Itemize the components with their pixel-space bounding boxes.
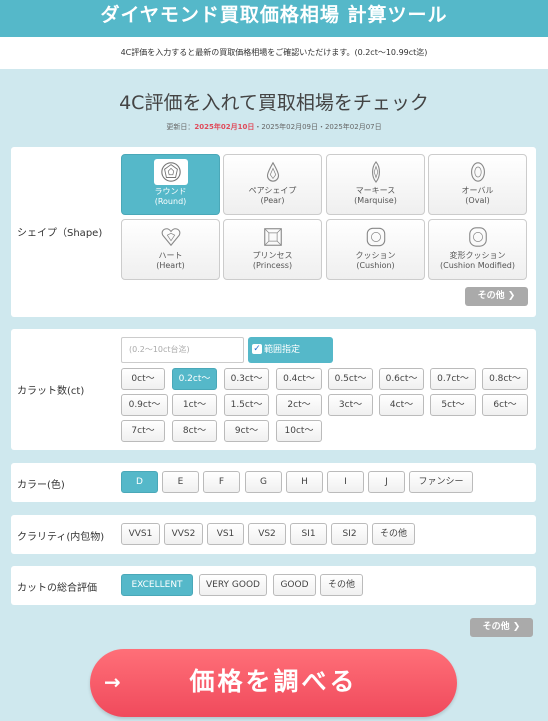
shape-oval-button[interactable]: オーバル (Oval) xyxy=(428,154,527,215)
color-option[interactable]: E xyxy=(162,471,199,493)
color-option[interactable]: J xyxy=(368,471,405,493)
clarity-option[interactable]: VVS1 xyxy=(121,523,160,545)
clarity-label: クラリティ(内包物) xyxy=(17,532,105,543)
shape-cushion-modified-en: (Cushion Modified) xyxy=(439,261,515,270)
carat-section: カラット数(ct) (0.2〜10ct台迄) ✓ 範囲指定 0ct〜 0.2ct〜… xyxy=(11,329,536,450)
other-more-button[interactable]: その他 ❯ xyxy=(470,618,533,637)
shape-pear-button[interactable]: ペアシェイプ (Pear) xyxy=(223,154,322,215)
carat-option[interactable]: 2ct〜 xyxy=(276,394,322,416)
shape-cushion-en: (Cushion) xyxy=(356,261,395,270)
cut-option[interactable]: GOOD xyxy=(273,574,316,596)
carat-option[interactable]: 8ct〜 xyxy=(172,420,217,442)
carat-option[interactable]: 0.8ct〜 xyxy=(482,368,528,390)
shape-heart-en: (Heart) xyxy=(156,261,185,270)
shape-round-en: (Round) xyxy=(154,197,187,206)
shape-round-label: ラウンド xyxy=(154,187,187,196)
carat-option[interactable]: 10ct〜 xyxy=(276,420,322,442)
shape-pear-en: (Pear) xyxy=(260,196,285,205)
app-subtitle: 4C評価を入力すると最新の買取価格相場をご確認いただけます。(0.2ct〜10.… xyxy=(0,37,548,69)
clarity-option[interactable]: VVS2 xyxy=(164,523,203,545)
carat-option[interactable]: 0.3ct〜 xyxy=(224,368,269,390)
carat-option[interactable]: 4ct〜 xyxy=(379,394,424,416)
marquise-icon xyxy=(371,161,380,183)
color-option-selected[interactable]: D xyxy=(121,471,158,493)
cushion-icon xyxy=(366,227,385,247)
carat-option[interactable]: 0.7ct〜 xyxy=(430,368,476,390)
cut-option[interactable]: その他 xyxy=(320,574,363,596)
shape-marquise-en: (Marquise) xyxy=(354,196,397,205)
shape-section: シェイプ（Shape) ラウンド (Round) ペアシェイプ (Pear) マ… xyxy=(11,147,536,317)
shape-pear-label: ペアシェイプ xyxy=(248,186,297,195)
checkbox-checked-icon: ✓ xyxy=(252,343,262,354)
carat-option[interactable]: 5ct〜 xyxy=(430,394,476,416)
color-option[interactable]: H xyxy=(286,471,323,493)
cut-option[interactable]: VERY GOOD xyxy=(199,574,267,596)
update-label: 更新日： xyxy=(166,123,195,131)
cut-option-selected[interactable]: EXCELLENT xyxy=(121,574,193,596)
shape-marquise-label: マーキース xyxy=(355,186,396,195)
color-label: カラー(色) xyxy=(17,480,65,491)
shape-princess-en: (Princess) xyxy=(252,261,293,270)
shape-cushion-modified-label: 変形クッション xyxy=(449,251,506,260)
clarity-option[interactable]: VS2 xyxy=(248,523,286,545)
shape-princess-label: プリンセス xyxy=(252,251,293,260)
heart-icon xyxy=(161,228,180,247)
carat-option[interactable]: 7ct〜 xyxy=(121,420,165,442)
shape-cushion-button[interactable]: クッション (Cushion) xyxy=(326,219,425,280)
shape-princess-button[interactable]: プリンセス (Princess) xyxy=(223,219,322,280)
search-button-label: 価格を調べる xyxy=(189,667,358,696)
shape-cushion-modified-button[interactable]: 変形クッション (Cushion Modified) xyxy=(428,219,527,280)
oval-icon xyxy=(470,162,485,182)
clarity-option[interactable]: SI2 xyxy=(331,523,368,545)
princess-icon xyxy=(263,228,282,246)
page-heading: 4C評価を入れて買取相場をチェック xyxy=(119,92,429,114)
clarity-option[interactable]: その他 xyxy=(372,523,415,545)
update-latest-date: 2025年02月10日 xyxy=(194,123,255,131)
shape-round-button[interactable]: ラウンド (Round) xyxy=(121,154,220,215)
shape-heart-label: ハート xyxy=(158,251,183,260)
color-option[interactable]: F xyxy=(203,471,240,493)
carat-input[interactable]: (0.2〜10ct台迄) xyxy=(121,337,244,363)
carat-option[interactable]: 6ct〜 xyxy=(482,394,528,416)
clarity-section: クラリティ(内包物) VVS1 VVS2 VS1 VS2 SI1 SI2 その他 xyxy=(11,515,536,554)
carat-option[interactable]: 9ct〜 xyxy=(224,420,269,442)
carat-option[interactable]: 0.6ct〜 xyxy=(379,368,424,390)
carat-option-selected[interactable]: 0.2ct〜 xyxy=(172,368,217,390)
shape-cushion-label: クッション xyxy=(355,251,396,260)
update-older-dates: ・2025年02月09日・2025年02月07日 xyxy=(254,123,382,131)
color-section: カラー(色) D E F G H I J ファンシー xyxy=(11,463,536,502)
shape-marquise-button[interactable]: マーキース (Marquise) xyxy=(326,154,425,215)
carat-option[interactable]: 0.4ct〜 xyxy=(276,368,322,390)
carat-option[interactable]: 0.9ct〜 xyxy=(121,394,168,416)
shape-oval-en: (Oval) xyxy=(465,196,490,205)
carat-option[interactable]: 1ct〜 xyxy=(172,394,217,416)
shape-more-button[interactable]: その他 ❯ xyxy=(465,287,528,306)
shape-label: シェイプ（Shape) xyxy=(17,228,103,239)
range-toggle[interactable]: ✓ 範囲指定 xyxy=(248,337,333,363)
carat-option[interactable]: 0ct〜 xyxy=(121,368,165,390)
cut-label: カットの総合評価 xyxy=(17,583,97,594)
clarity-option[interactable]: VS1 xyxy=(207,523,244,545)
carat-option[interactable]: 0.5ct〜 xyxy=(328,368,373,390)
clarity-option[interactable]: SI1 xyxy=(290,523,327,545)
color-option[interactable]: ファンシー xyxy=(409,471,473,493)
search-price-button[interactable]: → 価格を調べる xyxy=(90,649,457,717)
color-option[interactable]: I xyxy=(327,471,364,493)
color-option[interactable]: G xyxy=(245,471,282,493)
range-toggle-label: 範囲指定 xyxy=(264,345,301,355)
cut-section: カットの総合評価 EXCELLENT VERY GOOD GOOD その他 xyxy=(11,566,536,605)
update-dates: 更新日：2025年02月10日・2025年02月09日・2025年02月07日 xyxy=(0,122,548,132)
cushion-modified-icon xyxy=(468,227,487,247)
pear-icon xyxy=(266,161,279,182)
shape-heart-button[interactable]: ハート (Heart) xyxy=(121,219,220,280)
carat-option[interactable]: 3ct〜 xyxy=(328,394,373,416)
arrow-right-icon: → xyxy=(104,670,121,694)
shape-oval-label: オーバル xyxy=(461,186,494,195)
carat-option[interactable]: 1.5ct〜 xyxy=(224,394,269,416)
app-title: ダイヤモンド買取価格相場 計算ツール xyxy=(0,0,548,37)
carat-label: カラット数(ct) xyxy=(17,386,85,397)
round-brilliant-icon xyxy=(160,162,181,182)
